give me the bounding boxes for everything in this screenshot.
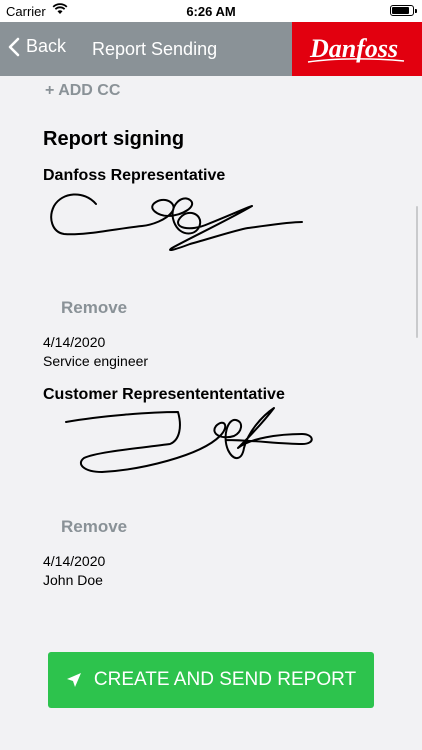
navigation-bar: Back Report Sending Danfoss [0, 22, 422, 76]
danfoss-representative-label: Danfoss Representative [43, 167, 226, 184]
danfoss-signature-details: 4/14/2020 Service engineer [43, 333, 148, 371]
danfoss-signature-date: 4/14/2020 [43, 334, 106, 350]
back-label: Back [26, 36, 67, 56]
page-title: Report Sending [92, 39, 218, 59]
customer-signature-name: John Doe [43, 572, 103, 588]
danfoss-representative-signature [50, 193, 303, 252]
customer-representative-label: Customer Representententative [43, 386, 285, 403]
create-and-send-report-button[interactable]: CREATE AND SEND REPORT [48, 652, 374, 708]
danfoss-signature-role: Service engineer [43, 353, 149, 369]
danfoss-logo: Danfoss [292, 22, 422, 76]
scrollbar[interactable] [416, 206, 418, 338]
back-button[interactable]: Back [8, 36, 66, 57]
section-title: Report signing [43, 128, 185, 150]
customer-signature-details: 4/14/2020 John Doe [43, 552, 105, 590]
add-cc-button[interactable]: + ADD CC [45, 82, 120, 100]
remove-customer-signature-button[interactable]: Remove [61, 517, 127, 537]
paper-plane-icon [66, 673, 81, 687]
clock: 6:26 AM [186, 4, 236, 19]
battery-icon [390, 5, 417, 16]
create-and-send-report-label: CREATE AND SEND REPORT [93, 669, 357, 690]
customer-representative-signature [65, 407, 313, 473]
remove-danfoss-signature-button[interactable]: Remove [61, 298, 127, 318]
customer-signature-date: 4/14/2020 [43, 553, 106, 569]
chevron-left-icon [8, 37, 20, 56]
status-bar: Carrier 6:26 AM [0, 0, 422, 22]
battery-level [392, 7, 409, 14]
report-content: + ADD CC Report signing Danfoss Represen… [0, 76, 422, 750]
